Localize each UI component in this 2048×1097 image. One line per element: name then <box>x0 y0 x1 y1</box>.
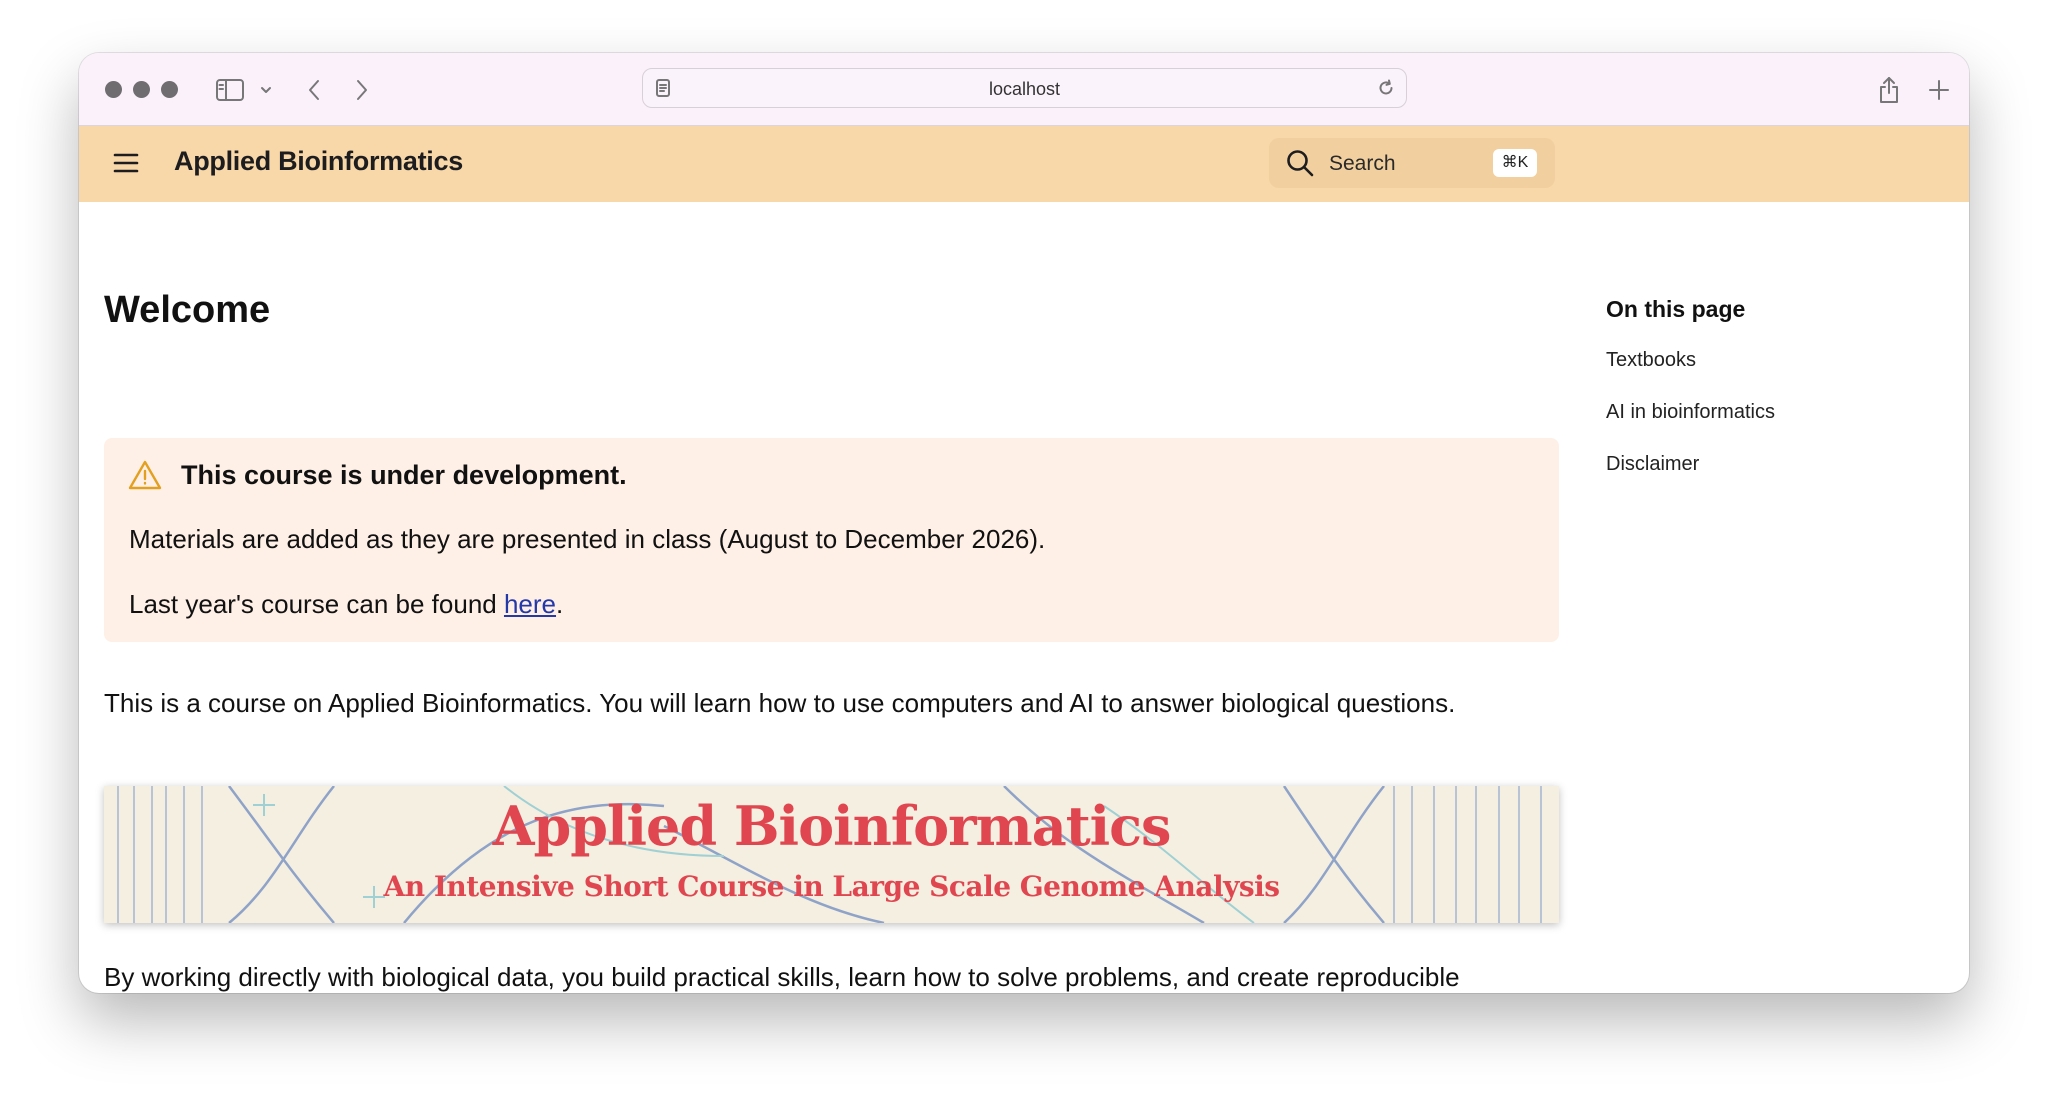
toc-item-textbooks[interactable]: Textbooks <box>1606 349 1696 372</box>
search-icon <box>1283 146 1317 180</box>
callout-title: This course is under development. <box>181 460 627 490</box>
url-text: localhost <box>988 79 1061 99</box>
plus-icon[interactable] <box>1922 73 1956 107</box>
search-button[interactable]: Search ⌘K <box>1269 138 1555 188</box>
zoom-window-button[interactable] <box>161 81 178 98</box>
chevron-left-icon[interactable] <box>297 73 331 107</box>
reload-icon[interactable] <box>1369 71 1403 105</box>
chevron-down-icon[interactable] <box>249 73 283 107</box>
toc-title: On this page <box>1606 296 1746 322</box>
site-header: Applied Bioinformatics Search ⌘K <box>79 126 1969 202</box>
browser-window: localhost Applied Bioinformatics Search … <box>79 53 1969 993</box>
toc-item-ai-in-bioinformatics[interactable]: AI in bioinformatics <box>1606 401 1775 424</box>
callout-text-prefix: Last year's course can be found <box>129 589 504 619</box>
callout-text-last-year: Last year's course can be found here. <box>129 589 563 620</box>
sidebar-icon[interactable] <box>213 73 247 107</box>
intro-paragraph: This is a course on Applied Bioinformati… <box>104 688 1456 718</box>
callout-text-suffix: . <box>556 589 564 619</box>
last-year-course-link[interactable]: here <box>504 589 556 619</box>
toc-item-disclaimer[interactable]: Disclaimer <box>1606 453 1699 476</box>
warning-icon <box>128 458 162 492</box>
close-window-button[interactable] <box>105 81 122 98</box>
page-title: Welcome <box>104 289 271 331</box>
search-shortcut-badge: ⌘K <box>1493 149 1537 177</box>
search-label: Search <box>1329 152 1396 175</box>
address-bar[interactable]: localhost <box>642 68 1407 108</box>
minimize-window-button[interactable] <box>133 81 150 98</box>
share-icon[interactable] <box>1872 73 1906 107</box>
body-paragraph: By working directly with biological data… <box>104 962 1460 992</box>
hamburger-icon[interactable] <box>109 146 143 180</box>
chevron-right-icon[interactable] <box>345 73 379 107</box>
course-banner-image: Applied Bioinformatics An Intensive Shor… <box>104 786 1559 923</box>
warning-callout: This course is under development. Materi… <box>104 438 1559 642</box>
browser-toolbar: localhost <box>79 53 1969 126</box>
banner-title: Applied Bioinformatics <box>492 794 1172 858</box>
site-title[interactable]: Applied Bioinformatics <box>174 146 463 177</box>
banner-subtitle: An Intensive Short Course in Large Scale… <box>383 870 1280 903</box>
callout-text: Materials are added as they are presente… <box>129 524 1046 554</box>
